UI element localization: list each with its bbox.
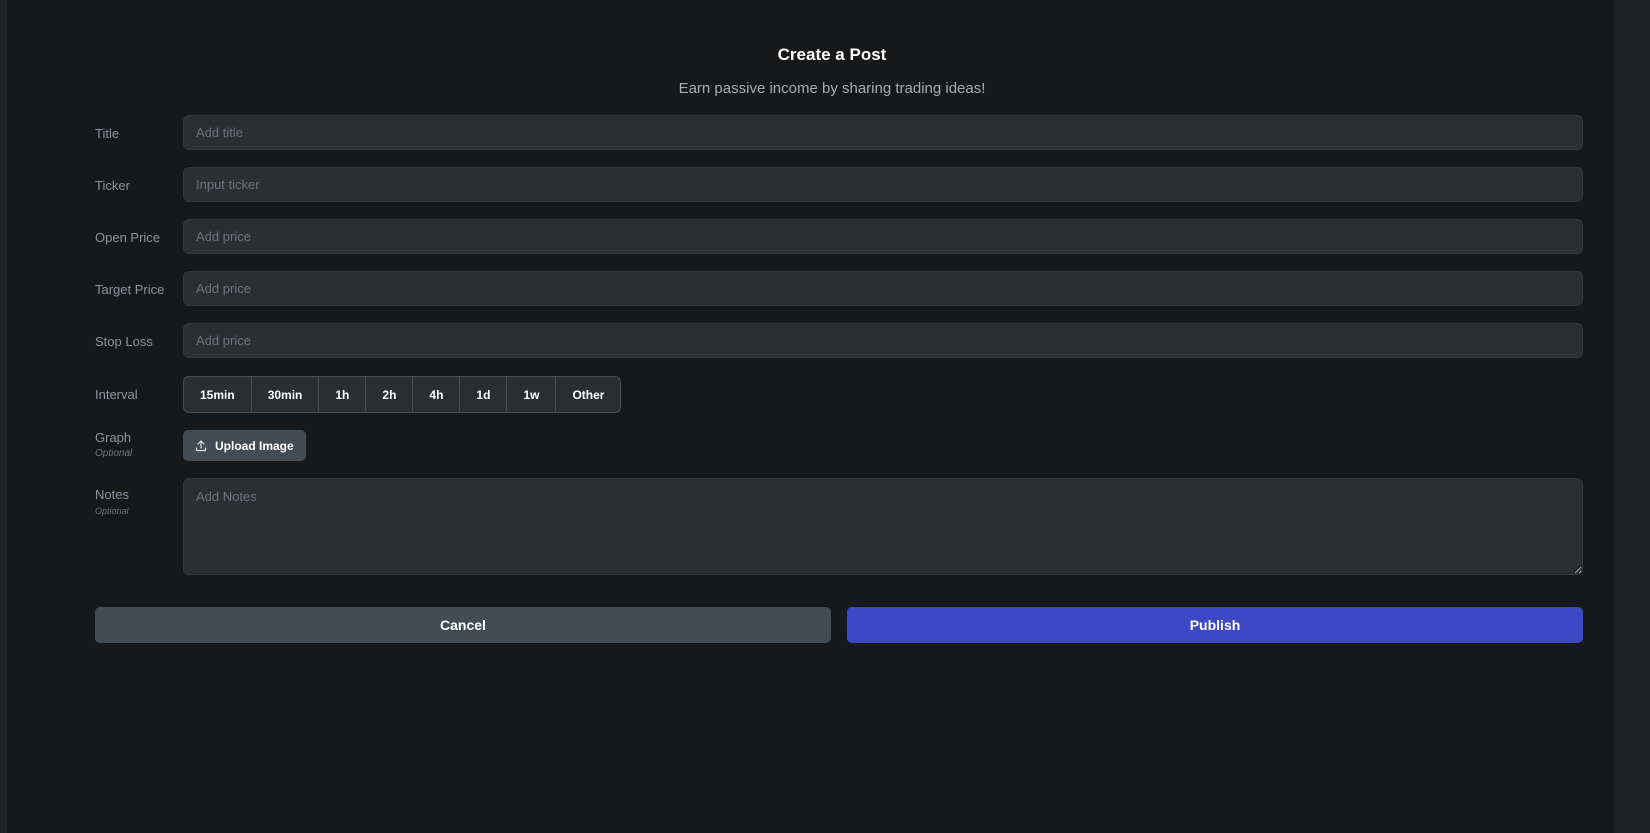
interval-option-1h[interactable]: 1h: [319, 377, 367, 412]
notes-optional-label: Optional: [95, 506, 129, 516]
interval-option-2h[interactable]: 2h: [366, 377, 414, 412]
target-price-input[interactable]: [183, 271, 1583, 306]
ticker-label: Ticker: [95, 178, 130, 193]
interval-option-1d[interactable]: 1d: [460, 377, 508, 412]
interval-selector: 15min 30min 1h 2h 4h 1d 1w Other: [183, 376, 622, 413]
notes-textarea[interactable]: [183, 478, 1583, 575]
interval-option-4h[interactable]: 4h: [413, 377, 461, 412]
target-price-label: Target Price: [95, 282, 165, 297]
graph-label: Graph: [95, 430, 132, 445]
interval-option-1w[interactable]: 1w: [507, 377, 557, 412]
interval-option-other[interactable]: Other: [556, 377, 620, 412]
page-subtitle: Earn passive income by sharing trading i…: [678, 80, 986, 97]
ticker-input[interactable]: [183, 167, 1583, 202]
left-edge: [0, 0, 7, 833]
upload-icon: [195, 439, 207, 451]
interval-option-30min[interactable]: 30min: [252, 377, 320, 412]
open-price-input[interactable]: [183, 219, 1583, 254]
title-input[interactable]: [183, 115, 1583, 150]
stop-loss-input[interactable]: [183, 323, 1583, 358]
upload-image-label: Upload Image: [215, 438, 294, 453]
publish-button[interactable]: Publish: [847, 607, 1583, 643]
title-label: Title: [95, 126, 120, 141]
cancel-button[interactable]: Cancel: [95, 607, 831, 643]
upload-image-button[interactable]: Upload Image: [183, 430, 306, 461]
stop-loss-label: Stop Loss: [95, 334, 153, 349]
graph-optional-label: Optional: [95, 448, 133, 459]
open-price-label: Open Price: [95, 230, 161, 245]
interval-option-15min[interactable]: 15min: [184, 377, 252, 412]
notes-label: Notes: [95, 487, 129, 502]
app-window: Create a Post Earn passive income by sha…: [0, 0, 1650, 833]
interval-label: Interval: [95, 387, 138, 402]
page-title: Create a Post: [777, 45, 887, 64]
right-edge: [1613, 0, 1650, 833]
